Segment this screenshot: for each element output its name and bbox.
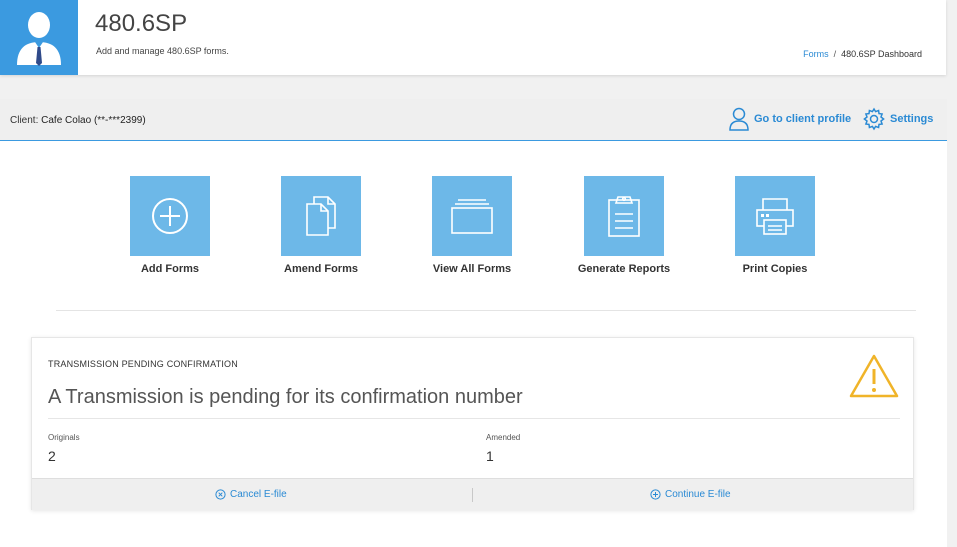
print-copies-tile-box [735,176,815,256]
view-all-forms-tile-box [432,176,512,256]
go-to-client-profile-link[interactable]: Go to client profile [728,107,851,131]
plus-circle-icon [152,198,188,234]
print-copies-label: Print Copies [742,263,808,275]
plus-circle-small-icon [650,489,661,500]
breadcrumb: Forms / 480.6SP Dashboard [803,49,922,59]
print-copies-tile[interactable]: Print Copies [735,176,815,277]
page-title: 480.6SP [95,10,188,37]
dashboard-panel: Client: Cafe Colao (**-***2399) Go to cl… [0,99,947,547]
warning-icon [849,354,899,398]
originals-value: 2 [48,448,56,464]
generate-reports-tile[interactable]: Generate Reports [578,176,670,277]
add-forms-tile-box [130,176,210,256]
client-name: Cafe Colao (**-***2399) [41,115,146,126]
user-avatar [0,0,78,75]
breadcrumb-forms-link[interactable]: Forms [803,49,829,59]
transmission-heading: TRANSMISSION PENDING CONFIRMATION [48,359,238,369]
documents-icon [306,196,336,236]
page-subtitle: Add and manage 480.6SP forms. [96,46,229,56]
clipboard-report-icon [608,196,640,237]
client-info: Client: Cafe Colao (**-***2399) [10,115,146,126]
view-all-forms-label: View All Forms [432,263,512,275]
footer-separator [472,488,473,502]
add-forms-tile[interactable]: Add Forms [130,176,210,277]
cancel-circle-icon [215,489,226,500]
settings-link-label: Settings [890,113,934,125]
amend-forms-tile[interactable]: Amend Forms [281,176,361,277]
view-all-forms-tile[interactable]: View All Forms [432,176,512,277]
amend-forms-tile-box [281,176,361,256]
amended-value: 1 [486,448,494,464]
continue-efile-button[interactable]: Continue E-file [650,489,731,500]
amended-label: Amended [486,433,521,442]
person-outline-icon [729,107,749,131]
amend-forms-label: Amend Forms [284,263,358,275]
printer-icon [756,198,794,235]
transmission-message: A Transmission is pending for its confir… [48,386,523,408]
user-icon [17,12,61,66]
transmission-actions: Cancel E-file Continue E-file [32,478,913,510]
section-divider [56,310,916,311]
cancel-efile-button[interactable]: Cancel E-file [215,489,287,500]
continue-efile-label: Continue E-file [665,489,731,500]
profile-link-label: Go to client profile [754,113,852,125]
gear-icon [863,107,885,131]
originals-label: Originals [48,433,80,442]
card-rule [48,418,900,419]
folder-stack-icon [451,199,493,234]
transmission-pending-card: TRANSMISSION PENDING CONFIRMATION A Tran… [31,337,914,510]
breadcrumb-separator: / [833,49,837,59]
page-header: 480.6SP Add and manage 480.6SP forms. Fo… [0,0,946,75]
breadcrumb-current: 480.6SP Dashboard [841,49,922,59]
client-label: Client: [10,115,39,126]
generate-reports-tile-box [584,176,664,256]
settings-link[interactable]: Settings [862,107,933,131]
generate-reports-label: Generate Reports [577,263,671,275]
client-bar: Client: Cafe Colao (**-***2399) Go to cl… [0,99,947,141]
add-forms-label: Add Forms [140,263,200,275]
cancel-efile-label: Cancel E-file [230,489,287,500]
